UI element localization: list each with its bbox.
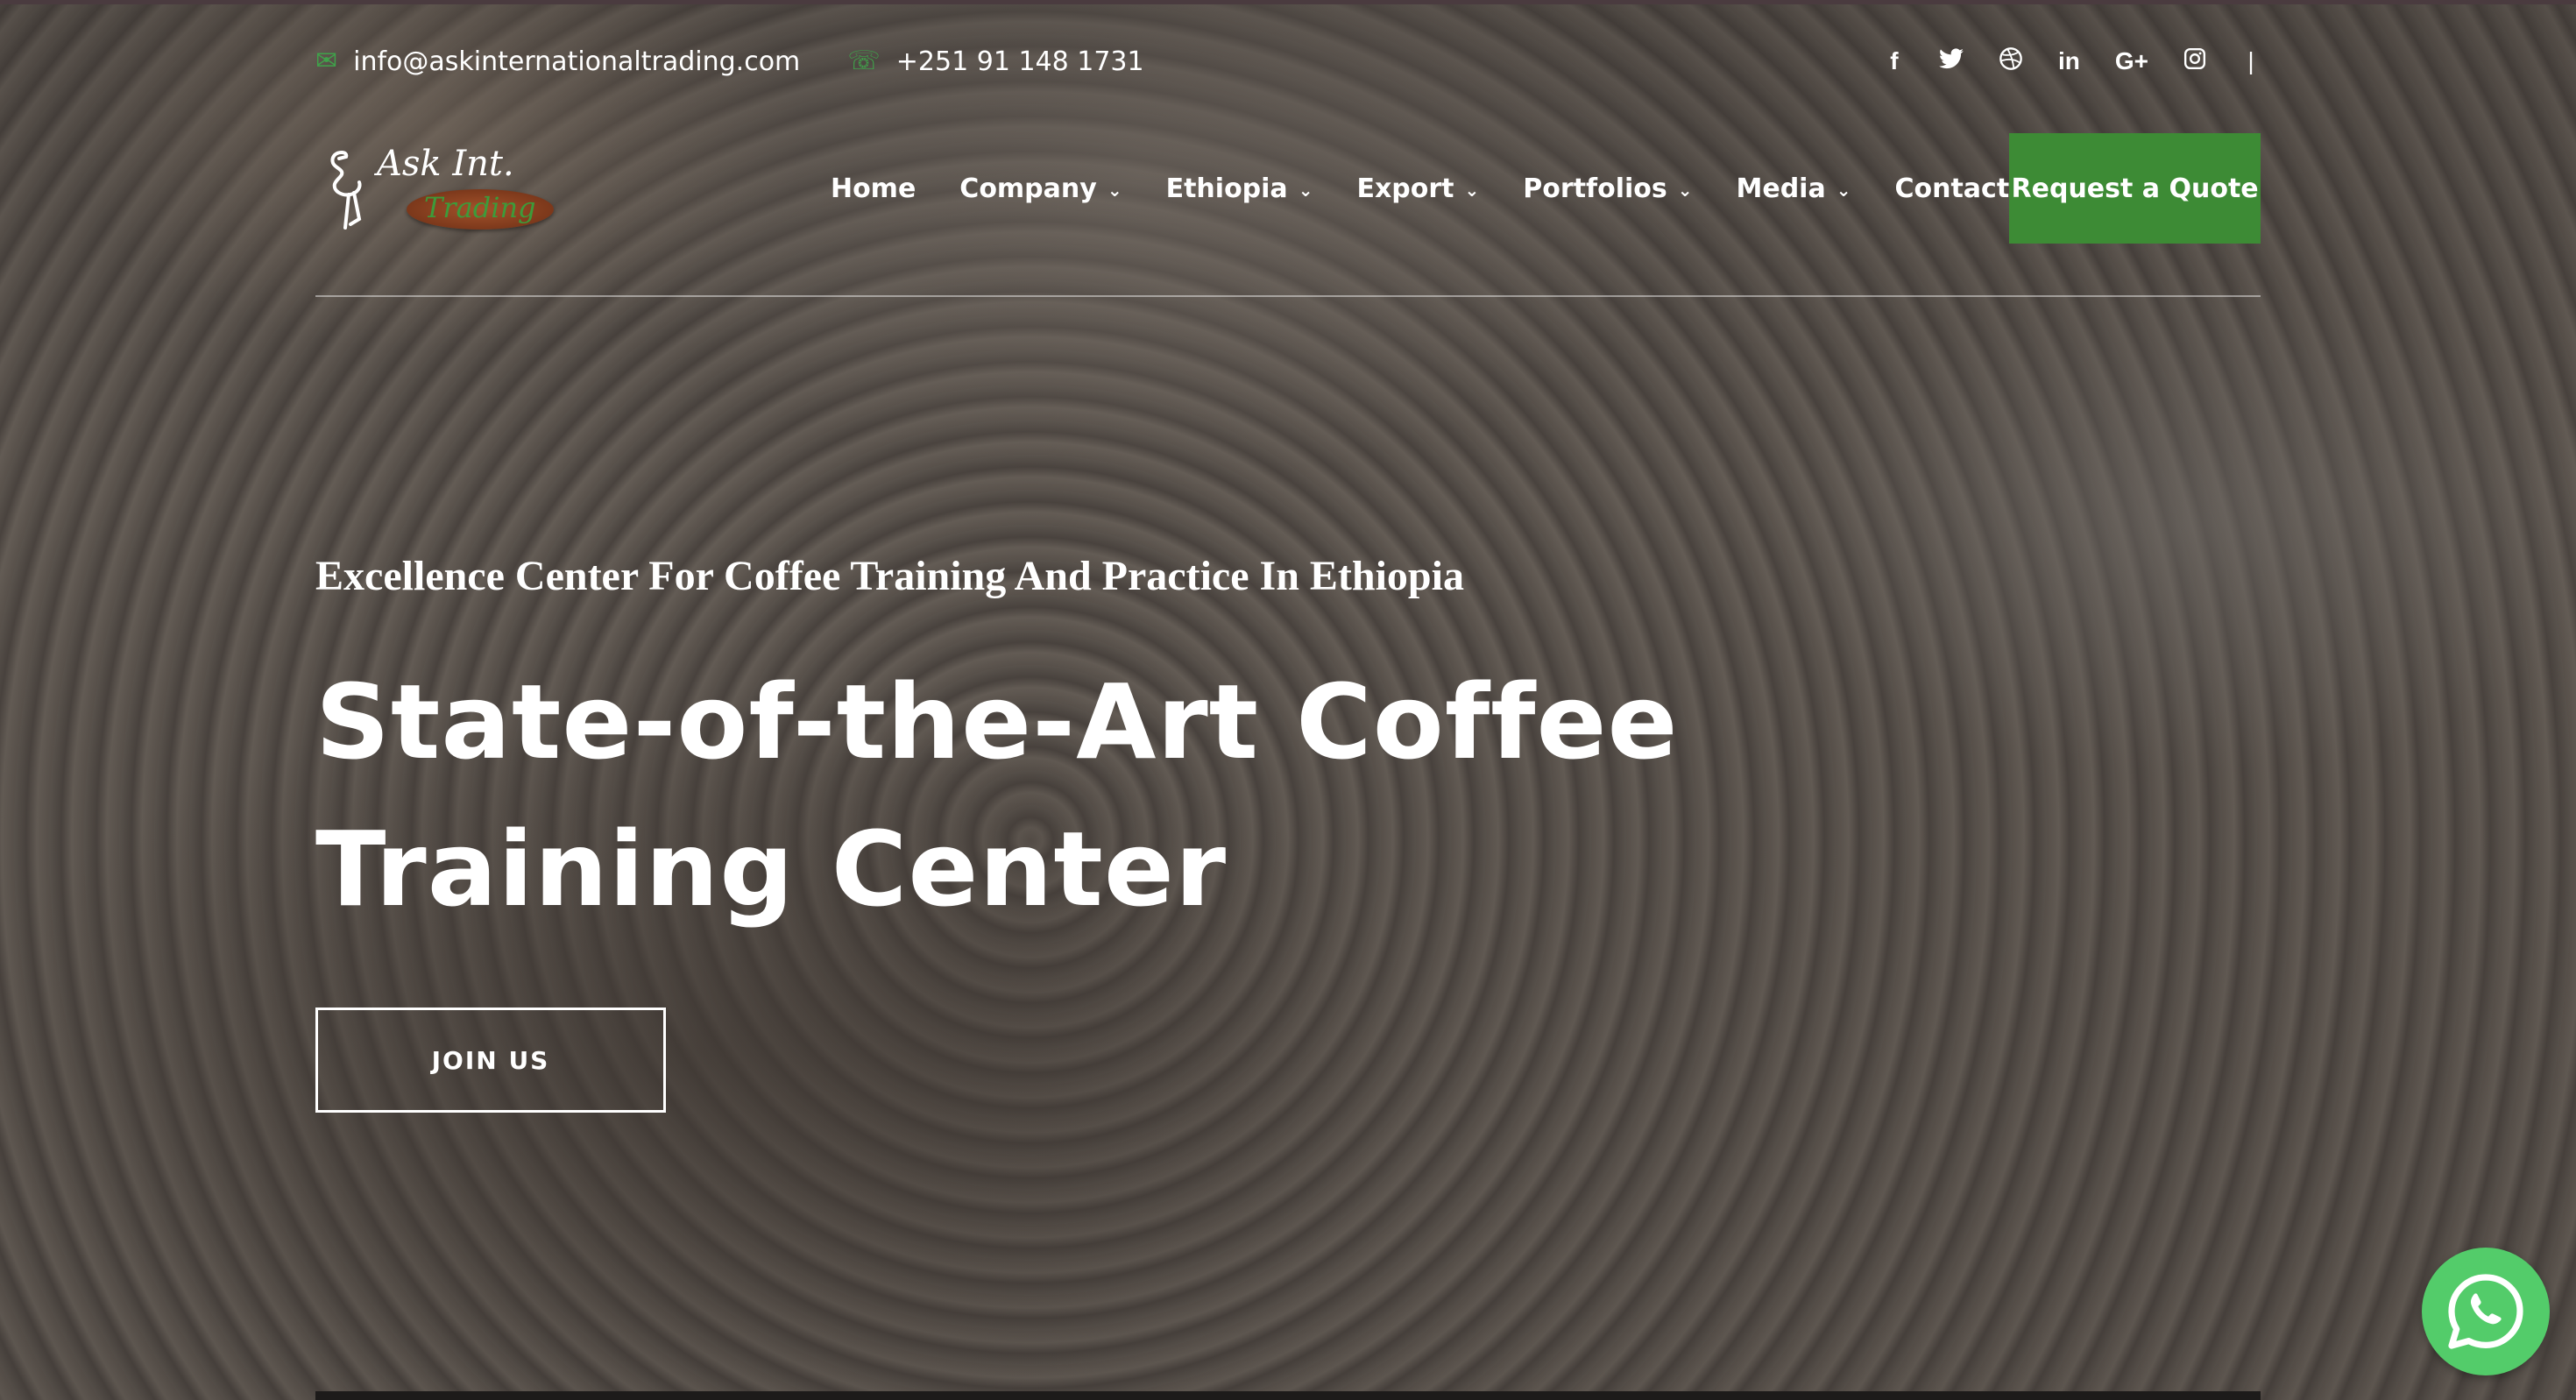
chevron-down-icon: ⌄ <box>1464 180 1480 201</box>
email-text: info@askinternationaltrading.com <box>353 46 801 77</box>
nav-item-media[interactable]: Media ⌄ <box>1737 173 1851 204</box>
instagram-icon[interactable] <box>2183 47 2206 76</box>
nav-label: Media <box>1736 173 1826 204</box>
nav-label: Ethiopia <box>1165 173 1288 204</box>
logo-tagline-text: Trading <box>424 191 536 224</box>
linkedin-icon[interactable]: in <box>2058 47 2080 75</box>
nav-item-export[interactable]: Export ⌄ <box>1356 173 1479 204</box>
logo[interactable]: Ask Int. Trading <box>315 140 554 237</box>
twitter-icon[interactable] <box>1938 47 1964 75</box>
content-strip <box>315 1391 2261 1400</box>
social-links: f in G+ | <box>1885 46 2261 77</box>
phone-link[interactable]: ☏ +251 91 148 1731 <box>847 46 1143 77</box>
nav-label: Portfolios <box>1523 173 1667 204</box>
nav-item-contact[interactable]: Contact <box>1894 173 2009 204</box>
top-bar: ✉ info@askinternationaltrading.com ☏ +25… <box>315 35 2261 88</box>
chevron-down-icon: ⌄ <box>1298 180 1313 201</box>
hero-headline: State-of-the-Art Coffee Training Center <box>315 648 1717 943</box>
join-us-button[interactable]: JOIN US <box>315 1008 666 1113</box>
chevron-down-icon: ⌄ <box>1107 180 1122 201</box>
nav-label: Contact <box>1894 173 2010 204</box>
flamingo-logo-icon <box>315 145 377 244</box>
nav-item-home[interactable]: Home <box>831 173 916 204</box>
google-plus-icon[interactable]: G+ <box>2115 47 2148 75</box>
logo-brand-text: Ask Int. <box>377 144 514 184</box>
social-divider: | <box>2247 47 2254 74</box>
nav-item-ethiopia[interactable]: Ethiopia ⌄ <box>1166 173 1313 204</box>
facebook-icon[interactable]: f <box>1885 47 1904 75</box>
nav-label: Export <box>1356 173 1454 204</box>
nav-item-portfolios[interactable]: Portfolios ⌄ <box>1523 173 1692 204</box>
hero-subtitle: Excellence Center For Coffee Training An… <box>315 553 1464 599</box>
chevron-down-icon: ⌄ <box>1836 180 1851 201</box>
chevron-down-icon: ⌄ <box>1677 180 1693 201</box>
nav-label: Home <box>830 173 916 204</box>
nav-divider <box>315 295 2261 297</box>
top-border <box>0 0 2576 4</box>
chat-icon: ☏ <box>847 46 881 76</box>
hero-headline-line1: State-of-the-Art Coffee <box>315 661 1679 782</box>
nav-menu: Home Company ⌄ Ethiopia ⌄ Export ⌄ Portf… <box>831 173 2009 204</box>
main-navbar: Ask Int. Trading Home Company ⌄ Ethiopia… <box>315 131 2261 245</box>
envelope-icon: ✉ <box>315 46 338 76</box>
whatsapp-chat-button[interactable] <box>2422 1248 2550 1375</box>
dribbble-icon[interactable] <box>1999 46 2023 77</box>
request-quote-button[interactable]: Request a Quote <box>2009 133 2261 244</box>
nav-item-company[interactable]: Company ⌄ <box>959 173 1122 204</box>
whatsapp-icon <box>2448 1274 2523 1349</box>
nav-label: Company <box>959 173 1097 204</box>
phone-text: +251 91 148 1731 <box>895 46 1144 77</box>
email-link[interactable]: ✉ info@askinternationaltrading.com <box>315 46 800 77</box>
hero-headline-line2: Training Center <box>315 809 1228 930</box>
contact-info: ✉ info@askinternationaltrading.com ☏ +25… <box>315 46 1144 77</box>
